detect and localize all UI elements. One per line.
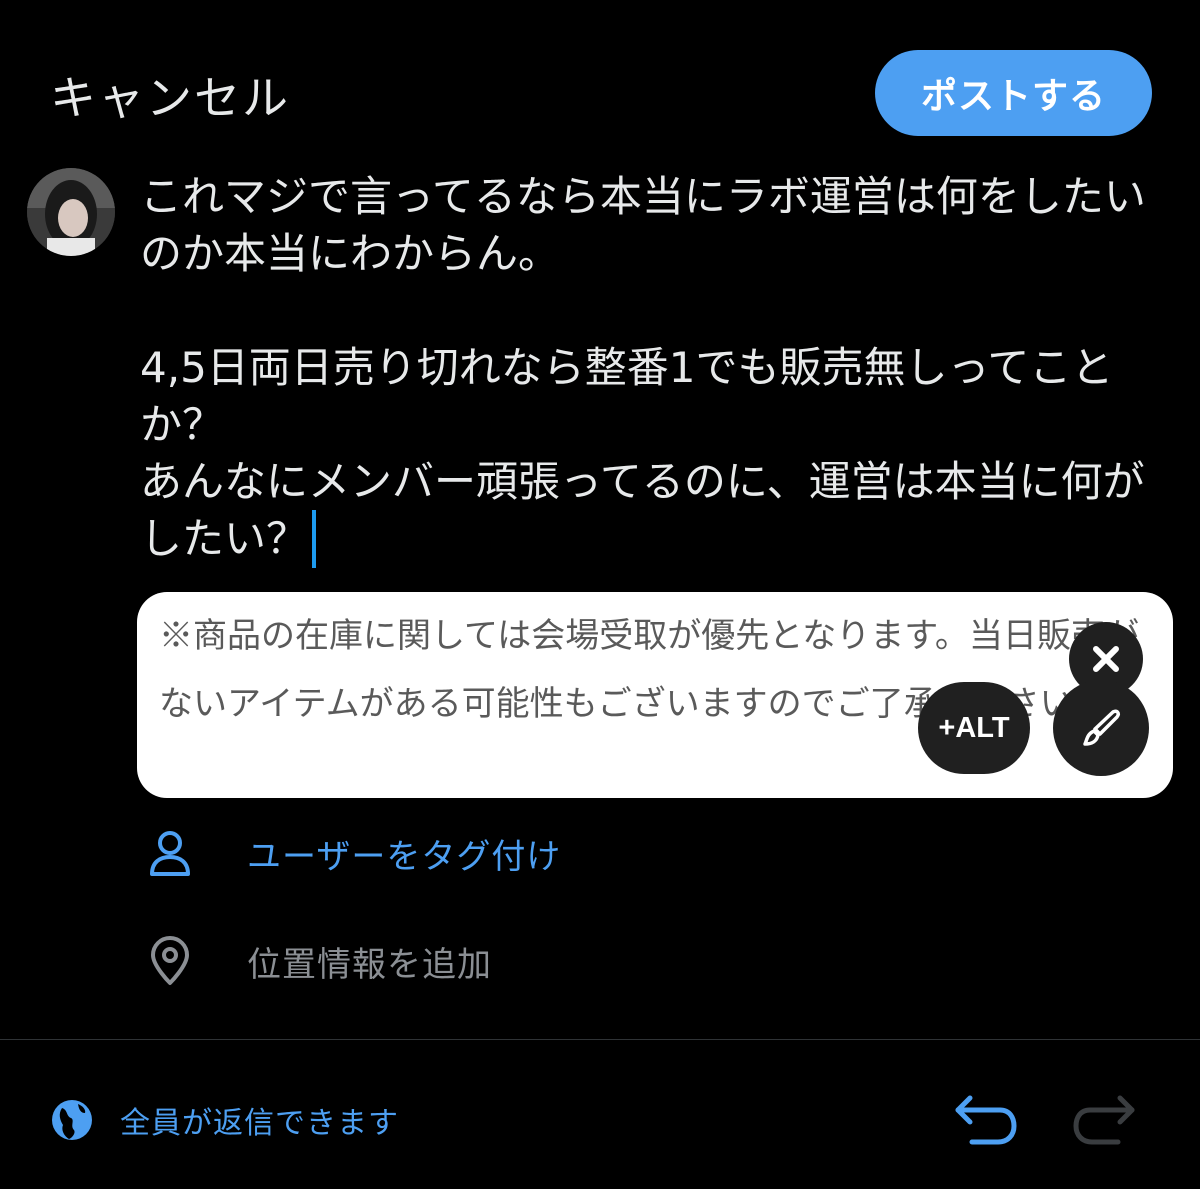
- tag-users-label: ユーザーをタグ付け: [247, 836, 562, 877]
- reply-setting-button[interactable]: 全員が返信できます: [50, 1098, 399, 1142]
- edit-image-button[interactable]: [1053, 680, 1149, 776]
- redo-icon: [1073, 1095, 1135, 1145]
- undo-button[interactable]: [952, 1092, 1018, 1154]
- tag-users-button[interactable]: ユーザーをタグ付け: [145, 828, 561, 878]
- attached-image[interactable]: ※商品の在庫に関しては会場受取が優先となります。当日販売がないアイテムがある可能…: [137, 592, 1173, 798]
- reply-setting-label: 全員が返信できます: [120, 1106, 399, 1141]
- undo-icon: [955, 1095, 1017, 1145]
- close-icon: [1093, 646, 1119, 672]
- cancel-button[interactable]: キャンセル: [50, 62, 290, 128]
- avatar[interactable]: [27, 168, 115, 256]
- add-alt-text-button[interactable]: +ALT: [918, 682, 1030, 774]
- compose-text[interactable]: これマジで言ってるなら本当にラボ運営は何をしたいのか本当にわからん。 4,5日両…: [140, 168, 1180, 568]
- add-location-button[interactable]: 位置情報を追加: [145, 935, 492, 987]
- post-button[interactable]: ポストする: [875, 50, 1152, 136]
- add-location-label: 位置情報を追加: [247, 944, 492, 985]
- person-icon: [150, 831, 190, 876]
- globe-icon: [52, 1100, 92, 1140]
- divider: [0, 1039, 1200, 1040]
- location-pin-icon: [151, 936, 189, 985]
- compose-text-content: これマジで言ってるなら本当にラボ運営は何をしたいのか本当にわからん。 4,5日両…: [140, 172, 1146, 563]
- brush-icon: [1083, 709, 1120, 746]
- redo-button[interactable]: [1072, 1092, 1138, 1154]
- text-caret: [312, 510, 317, 568]
